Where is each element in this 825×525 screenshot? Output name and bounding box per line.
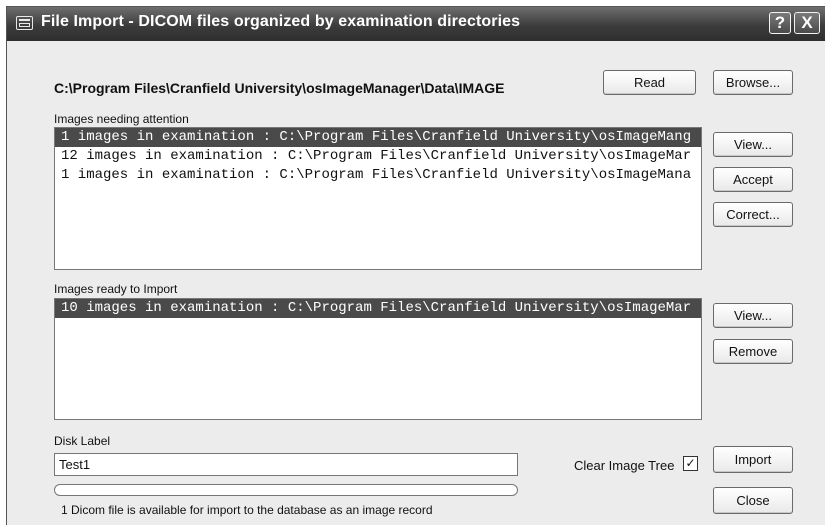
title-bar[interactable]: File Import - DICOM files organized by e…	[7, 7, 825, 41]
view-attention-button[interactable]: View...	[713, 132, 793, 157]
accept-button[interactable]: Accept	[713, 167, 793, 192]
clear-image-tree-checkbox[interactable]: ✓	[683, 456, 698, 471]
clear-image-tree-label: Clear Image Tree	[574, 458, 675, 473]
help-button[interactable]: ?	[769, 12, 791, 34]
import-progress-bar	[54, 484, 518, 496]
disk-label-caption: Disk Label	[54, 434, 111, 448]
import-path-label: C:\Program Files\Cranfield University\os…	[54, 80, 505, 96]
list-item[interactable]: 1 images in examination : C:\Program Fil…	[55, 166, 701, 185]
ready-list[interactable]: 10 images in examination : C:\Program Fi…	[54, 298, 702, 420]
close-button[interactable]: Close	[713, 487, 793, 514]
list-item[interactable]: 10 images in examination : C:\Program Fi…	[55, 299, 701, 318]
correct-button[interactable]: Correct...	[713, 202, 793, 227]
read-button[interactable]: Read	[603, 70, 696, 95]
list-item[interactable]: 12 images in examination : C:\Program Fi…	[55, 147, 701, 166]
attention-list-label: Images needing attention	[54, 112, 189, 126]
status-text: 1 Dicom file is available for import to …	[61, 503, 433, 517]
view-ready-button[interactable]: View...	[713, 303, 793, 328]
remove-button[interactable]: Remove	[713, 339, 793, 364]
attention-list[interactable]: 1 images in examination : C:\Program Fil…	[54, 127, 702, 270]
ready-list-label: Images ready to Import	[54, 282, 178, 296]
window-title: File Import - DICOM files organized by e…	[41, 13, 521, 30]
disk-label-field[interactable]: Test1	[54, 453, 518, 476]
import-button[interactable]: Import	[713, 446, 793, 473]
close-window-button[interactable]: X	[794, 12, 820, 34]
browse-button[interactable]: Browse...	[713, 70, 793, 95]
window-menu-icon[interactable]	[16, 16, 33, 30]
checkmark-icon: ✓	[685, 456, 696, 470]
file-import-dialog: File Import - DICOM files organized by e…	[6, 6, 825, 525]
list-item[interactable]: 1 images in examination : C:\Program Fil…	[55, 128, 701, 147]
